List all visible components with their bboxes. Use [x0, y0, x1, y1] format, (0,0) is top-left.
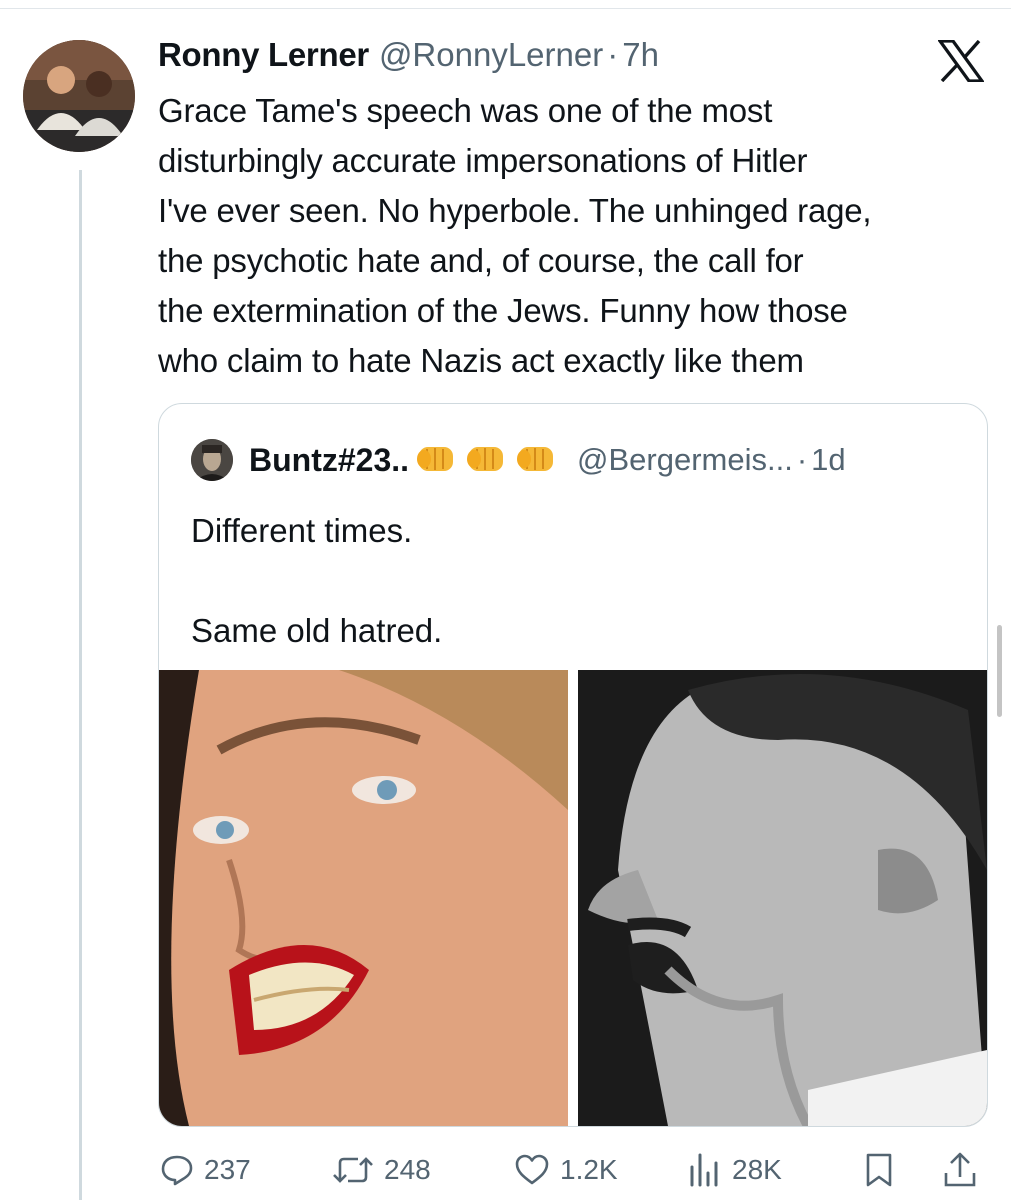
tweet-text-line: who claim to hate Nazis act exactly like…: [158, 342, 804, 379]
quoted-text-line: Different times.: [191, 512, 413, 549]
tweet-text-line: Grace Tame's speech was one of the most: [158, 92, 773, 129]
tweet-text-line: the extermination of the Jews. Funny how…: [158, 292, 848, 329]
speech-bubble-icon: [160, 1153, 194, 1187]
tweet-text: Grace Tame's speech was one of the most …: [158, 86, 998, 386]
author-display-name[interactable]: Ronny Lerner: [158, 36, 369, 74]
like-count: 1.2K: [560, 1154, 618, 1185]
bookmark-icon: [864, 1152, 894, 1188]
top-divider: [0, 8, 1011, 9]
oncoming-fist-icon: [415, 443, 459, 477]
thread-line: [79, 170, 82, 1200]
view-count: 28K: [732, 1154, 782, 1185]
tweet-timestamp[interactable]: 7h: [622, 36, 659, 74]
like-button[interactable]: 1.2K: [514, 1148, 618, 1192]
tweet-action-bar: 237 248 1.2K 28K: [158, 1148, 988, 1192]
quoted-author-handle[interactable]: @Bergermeis...: [577, 442, 793, 478]
tweet-text-line: disturbingly accurate impersonations of …: [158, 142, 808, 179]
header-separator: ·: [607, 36, 619, 73]
reply-button[interactable]: 237: [160, 1148, 251, 1192]
quoted-media: [159, 670, 987, 1126]
quoted-author-display-name[interactable]: Buntz#23..: [249, 442, 409, 479]
quoted-header-separator: ·: [796, 442, 808, 477]
bookmark-button[interactable]: [864, 1148, 894, 1192]
repost-button[interactable]: 248: [332, 1148, 431, 1192]
author-handle[interactable]: @RonnyLerner: [379, 36, 603, 74]
quoted-author-avatar[interactable]: [191, 439, 233, 481]
quoted-photo-right[interactable]: [578, 670, 987, 1126]
share-upload-icon: [942, 1151, 978, 1189]
tweet-header: Ronny Lerner @RonnyLerner · 7h: [158, 36, 659, 82]
quoted-tweet-text: Different times. Same old hatred.: [191, 506, 442, 656]
quoted-text-line: Same old hatred.: [191, 612, 443, 649]
quoted-tweet-card[interactable]: Buntz#23.. @Bergermeis... · 1d Different…: [158, 403, 988, 1127]
heart-icon: [514, 1153, 550, 1187]
bar-chart-icon: [688, 1151, 722, 1189]
quoted-tweet-timestamp[interactable]: 1d: [811, 442, 845, 478]
quoted-photo-left[interactable]: [159, 670, 568, 1126]
tweet-text-line: the psychotic hate and, of course, the c…: [158, 242, 804, 279]
x-logo-icon: [936, 39, 986, 83]
repost-count: 248: [384, 1154, 431, 1185]
views-button[interactable]: 28K: [688, 1148, 782, 1192]
reply-count: 237: [204, 1154, 251, 1185]
scrollbar[interactable]: [997, 625, 1002, 717]
tweet-text-line: I've ever seen. No hyperbole. The unhing…: [158, 192, 872, 229]
repost-arrows-icon: [332, 1153, 374, 1187]
oncoming-fist-icon: [465, 443, 509, 477]
share-button[interactable]: [942, 1148, 978, 1192]
oncoming-fist-icon: [515, 443, 559, 477]
author-avatar[interactable]: [23, 40, 135, 152]
quoted-tweet-header: Buntz#23.. @Bergermeis... · 1d: [191, 438, 846, 482]
